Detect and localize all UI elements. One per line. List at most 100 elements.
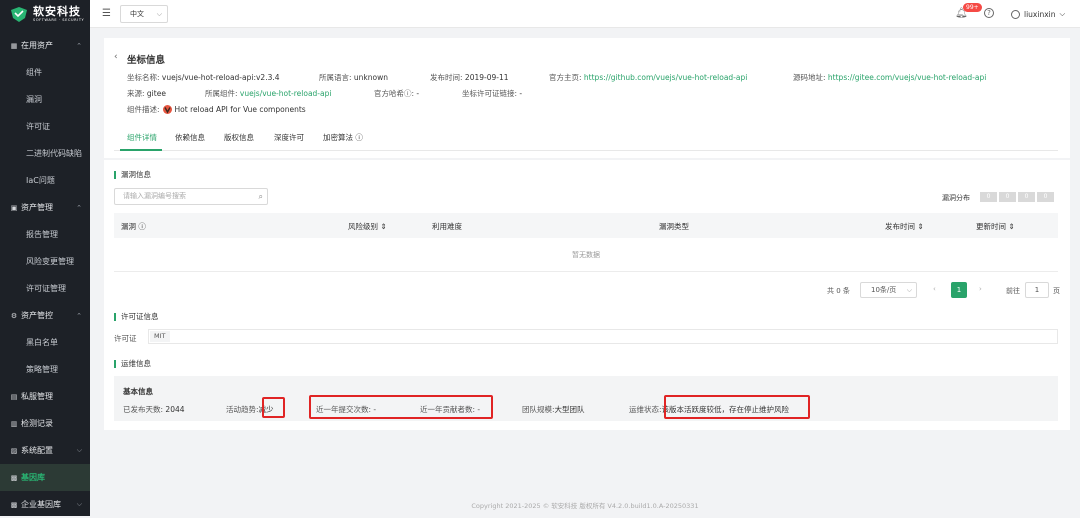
tab-copyright[interactable]: 版权信息	[224, 132, 254, 143]
col-vuln: 漏洞 ⓘ	[121, 222, 146, 231]
nav-label: 二进制代码缺陷	[26, 149, 82, 158]
nav-label: 许可证管理	[26, 284, 66, 293]
search-icon[interactable]: ⌕	[259, 189, 263, 204]
page-title: 坐标信息	[127, 55, 166, 66]
sidebar-item-2-1[interactable]: 策略管理	[0, 356, 90, 383]
vuln-empty: 暂无数据	[114, 238, 1058, 272]
sidebar-item-settings-icon-2[interactable]: ▨ 系统配置 ⌵	[0, 437, 90, 464]
back-icon[interactable]: ‹	[114, 52, 118, 62]
nav-label: 私服管理	[21, 392, 53, 401]
next-page-icon[interactable]: ›	[979, 285, 982, 293]
vuln-section-title: 漏洞信息	[114, 171, 151, 179]
vuln-search-input[interactable]: 请输入漏洞编号搜索 ⌕	[114, 188, 268, 205]
tab-crypto[interactable]: 加密算法 ⓘ	[323, 132, 363, 143]
sidebar-item-0-2[interactable]: 许可证	[0, 113, 90, 140]
vuln-dist-critical: 0	[980, 192, 997, 202]
language-value: 中文	[130, 10, 144, 18]
col-risk[interactable]: 风险级别 ⇕	[348, 221, 387, 232]
meta-from: 来源: gitee	[127, 89, 166, 98]
meta-sig: 官方哈希ⓘ: -	[374, 89, 420, 98]
nav-label: 组件	[26, 68, 42, 77]
footer: Copyright 2021-2025 © 软安科技 版权所有 V4.2.0.b…	[471, 502, 699, 510]
ops-days: 已发布天数: 2044	[123, 405, 185, 414]
menu-toggle-icon[interactable]: ☰	[102, 8, 111, 19]
goto-label: 前往	[1006, 287, 1020, 295]
sidebar-item-0-1[interactable]: 漏洞	[0, 86, 90, 113]
nav-label: 资产管控	[21, 311, 53, 320]
nav-label: 基因库	[21, 473, 45, 482]
chevron-up-icon: ⌃	[76, 311, 82, 320]
help-icon[interactable]: ?	[984, 8, 994, 18]
prev-page-icon[interactable]: ‹	[933, 285, 936, 293]
sidebar-item-2-0[interactable]: 黑白名单	[0, 329, 90, 356]
page-unit: 页	[1053, 287, 1060, 295]
record-icon: ▥	[10, 419, 18, 428]
nav-label: IaC问题	[26, 176, 55, 185]
nav-label: 在用资产	[21, 41, 53, 50]
server-icon: ▤	[10, 392, 18, 401]
user-menu[interactable]: liuxinxin ⌵	[1011, 9, 1065, 19]
language-select[interactable]: 中文 ⌵	[120, 5, 168, 23]
sidebar-item-gene-icon-3[interactable]: ▩ 基因库	[0, 464, 90, 491]
page-1[interactable]: 1	[951, 282, 967, 298]
brand-logo: 软安科技 SOFTWARE · SECURITY	[0, 0, 90, 28]
shield-logo-icon	[11, 6, 27, 22]
ops-section-title: 运维信息	[114, 360, 151, 368]
sidebar-item-1-1[interactable]: 风险变更管理	[0, 248, 90, 275]
sidebar-item-1-2[interactable]: 许可证管理	[0, 275, 90, 302]
sidebar-group-2[interactable]: ⚙ 资产管控 ⌃	[0, 302, 90, 329]
user-icon	[1011, 9, 1020, 19]
tab-divider	[114, 150, 1058, 151]
meta-comp: 所属组件: vuejs/vue-hot-reload-api	[205, 89, 332, 98]
sidebar-group-1[interactable]: ▣ 资产管理 ⌃	[0, 194, 90, 221]
col-publish[interactable]: 发布时间 ⇕	[885, 221, 924, 232]
meta-lang: 所属语言: unknown	[319, 73, 389, 82]
nav-label: 策略管理	[26, 365, 58, 374]
sidebar-item-server-icon-0[interactable]: ▤ 私服管理	[0, 383, 90, 410]
license-section-title: 许可证信息	[114, 313, 159, 321]
highlight-trend	[262, 397, 285, 418]
notification-badge: 99+	[963, 3, 982, 12]
vuln-dist-medium: 0	[1018, 192, 1035, 202]
page-size-select[interactable]: 10条/页 ⌵	[860, 282, 917, 298]
gene-icon: ▩	[10, 500, 18, 509]
ops-basic-title: 基本信息	[123, 387, 153, 396]
sidebar-item-0-3[interactable]: 二进制代码缺陷	[0, 140, 90, 167]
goto-input[interactable]: 1	[1025, 282, 1049, 298]
tab-deep-license[interactable]: 深度许可	[274, 132, 304, 143]
topbar: ☰ 中文 ⌵ 🔔︎ 99+ ? liuxinxin ⌵	[90, 0, 1080, 28]
license-tag: MIT	[150, 331, 170, 342]
settings-icon: ▨	[10, 446, 18, 455]
sidebar-item-record-icon-1[interactable]: ▥ 检测记录	[0, 410, 90, 437]
gear-icon: ⚙	[10, 311, 18, 320]
col-difficulty: 利用难度	[432, 222, 462, 231]
sidebar: 软安科技 SOFTWARE · SECURITY ▦ 在用资产 ⌃ 组件漏洞许可证二进…	[0, 0, 90, 516]
asset-icon: ▦	[10, 41, 18, 50]
chevron-down-icon: ⌵	[76, 446, 82, 454]
tab-dependency[interactable]: 依赖信息	[175, 132, 205, 143]
vuln-dist-label: 漏洞分布	[942, 194, 970, 202]
sidebar-item-gene-icon-4[interactable]: ▩ 企业基因库 ⌵	[0, 491, 90, 518]
component-link[interactable]: vuejs/vue-hot-reload-api	[240, 89, 332, 98]
chevron-down-icon: ⌵	[156, 9, 162, 18]
nav-label: 资产管理	[21, 203, 53, 212]
sidebar-item-0-4[interactable]: IaC问题	[0, 167, 90, 194]
highlight-status	[664, 395, 810, 419]
source-link[interactable]: https://gitee.com/vuejs/vue-hot-reload-a…	[828, 73, 986, 82]
nav-label: 企业基因库	[21, 500, 61, 509]
username: liuxinxin	[1024, 9, 1056, 19]
meta-home: 官方主页: https://github.com/vuejs/vue-hot-r…	[549, 73, 748, 82]
tab-detail[interactable]: 组件详情	[127, 132, 157, 143]
sidebar-group-0[interactable]: ▦ 在用资产 ⌃	[0, 32, 90, 59]
nav-label: 漏洞	[26, 95, 42, 104]
gene-icon: ▩	[10, 473, 18, 482]
vue-logo-icon	[162, 105, 172, 114]
chevron-up-icon: ⌃	[76, 41, 82, 50]
homepage-link[interactable]: https://github.com/vuejs/vue-hot-reload-…	[584, 73, 747, 82]
sidebar-item-1-0[interactable]: 报告管理	[0, 221, 90, 248]
col-update[interactable]: 更新时间 ⇕	[976, 221, 1015, 232]
meta-desc: 组件描述: Hot reload API for Vue components	[127, 105, 306, 114]
sidebar-item-0-0[interactable]: 组件	[0, 59, 90, 86]
nav-label: 许可证	[26, 122, 50, 131]
chevron-down-icon: ⌵	[76, 500, 82, 508]
